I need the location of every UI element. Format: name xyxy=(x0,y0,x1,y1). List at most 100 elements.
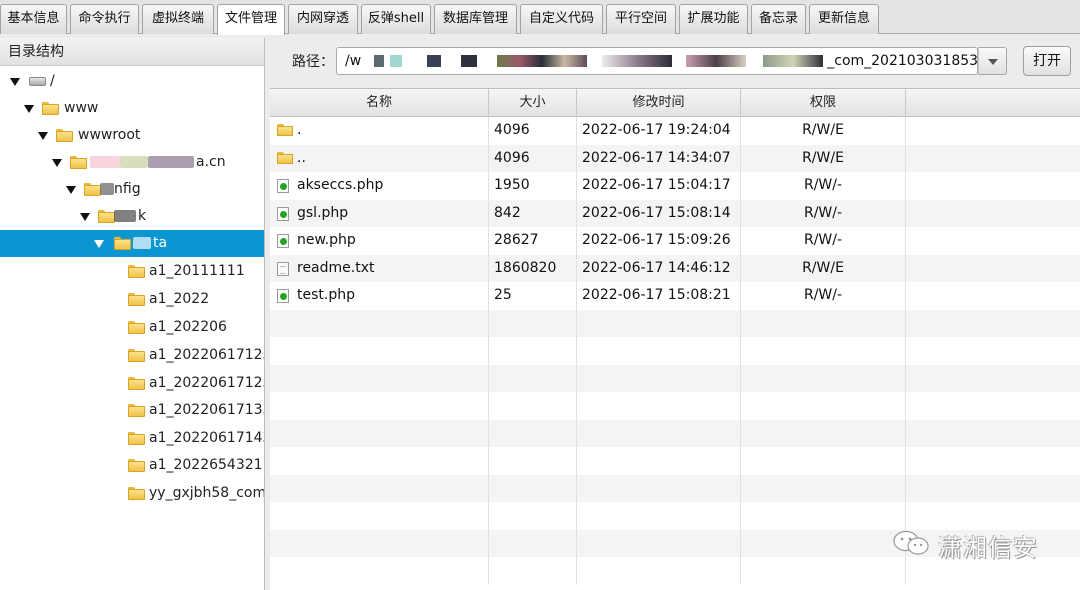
chevron-down-icon[interactable] xyxy=(94,240,104,248)
redaction-mark xyxy=(686,55,747,67)
redaction-mark xyxy=(100,183,114,195)
file-table: 名称 大小 修改时间 权限 . 4096 2022-06-17 19:24:04… xyxy=(270,88,1080,590)
tree-node-folder[interactable]: a1_202206171433 xyxy=(0,425,264,452)
tree-node-label: yy_gxjbh58_com_ xyxy=(149,485,265,501)
table-row[interactable]: readme.txt 1860820 2022-06-17 14:46:12 R… xyxy=(270,254,1080,282)
tab-memo[interactable]: 备忘录 xyxy=(751,4,806,34)
tab-parallel-space[interactable]: 平行空间 xyxy=(606,4,676,34)
tree-node-root[interactable]: / xyxy=(0,68,264,95)
tab-update-info[interactable]: 更新信息 xyxy=(809,4,879,34)
file-name: gsl.php xyxy=(297,204,349,221)
path-input[interactable]: /w _com_20210303185300/ xyxy=(336,47,978,75)
column-header-mtime[interactable]: 修改时间 xyxy=(577,89,741,117)
tab-file-manager[interactable]: 文件管理 xyxy=(217,4,285,35)
file-mtime: 2022-06-17 15:09:26 xyxy=(577,227,741,255)
chevron-down-icon[interactable] xyxy=(24,105,34,113)
chevron-down-icon[interactable] xyxy=(80,213,90,221)
file-name: . xyxy=(297,122,302,138)
file-name: .. xyxy=(297,149,306,166)
file-permission: R/W/E xyxy=(741,254,906,282)
tab-virtual-terminal[interactable]: 虚拟终端 xyxy=(142,4,214,34)
redaction-mark xyxy=(373,55,384,67)
column-header-permission[interactable]: 权限 xyxy=(741,89,906,117)
tree-node-k[interactable]: k xyxy=(0,203,264,230)
file-name: new.php xyxy=(297,232,356,248)
empty-row xyxy=(270,474,1080,502)
tab-reverse-shell[interactable]: 反弹shell xyxy=(361,4,431,34)
tree-node-wwwroot[interactable]: wwwroot xyxy=(0,122,264,149)
tree-node-label: www xyxy=(64,100,99,116)
path-history-dropdown[interactable] xyxy=(978,47,1007,75)
tree-node-folder[interactable]: a1_2022654321 xyxy=(0,452,264,479)
tree-node-folder[interactable]: a1_202206171258 xyxy=(0,370,264,397)
redaction-mark xyxy=(497,55,588,67)
tab-database-manager[interactable]: 数据库管理 xyxy=(434,4,517,34)
column-header-name[interactable]: 名称 xyxy=(270,89,489,117)
chevron-down-icon[interactable] xyxy=(10,78,20,86)
folder-icon xyxy=(128,321,145,334)
tree-node-www[interactable]: www xyxy=(0,95,264,122)
file-permission: R/W/- xyxy=(741,282,906,310)
folder-icon xyxy=(277,151,293,164)
text-file-icon xyxy=(277,261,289,276)
column-header-size[interactable]: 大小 xyxy=(489,89,577,117)
tree-node-folder[interactable]: a1_2022 xyxy=(0,286,264,313)
folder-icon xyxy=(128,349,145,362)
path-bar: 路径： /w _com_20210303185300/ 打开 xyxy=(270,38,1080,86)
file-size: 842 xyxy=(489,199,577,227)
tree-node-folder[interactable]: a1_202206 xyxy=(0,314,264,341)
wechat-icon xyxy=(893,530,929,555)
tree-node-label: a1_202206 xyxy=(149,319,227,335)
tree-node-config[interactable]: nfig xyxy=(0,176,264,203)
tree-node-label: a1_202206171258 xyxy=(149,375,264,391)
chevron-down-icon[interactable] xyxy=(66,186,76,194)
php-file-icon xyxy=(277,179,289,193)
tree-node-folder[interactable]: yy_gxjbh58_com_ xyxy=(0,480,265,507)
folder-icon xyxy=(128,432,145,445)
directory-tree-title: 目录结构 xyxy=(0,38,264,66)
chevron-down-icon[interactable] xyxy=(52,159,62,167)
tree-node-data-selected[interactable]: ta xyxy=(0,230,264,257)
tree-node-folder[interactable]: a1_202206171253 xyxy=(0,342,264,369)
tab-custom-code[interactable]: 自定义代码 xyxy=(520,4,603,34)
tab-extensions[interactable]: 扩展功能 xyxy=(679,4,748,34)
table-row[interactable]: gsl.php 842 2022-06-17 15:08:14 R/W/- xyxy=(270,199,1080,227)
tree-node-label: ta xyxy=(153,235,168,251)
tree-node-label: a1_20111111 xyxy=(149,263,245,279)
file-size: 25 xyxy=(489,282,577,310)
tab-command-exec[interactable]: 命令执行 xyxy=(70,4,139,34)
file-size: 4096 xyxy=(489,144,577,172)
folder-icon xyxy=(70,156,87,169)
open-button[interactable]: 打开 xyxy=(1023,46,1071,76)
file-permission: R/W/- xyxy=(741,199,906,227)
table-row[interactable]: . 4096 2022-06-17 19:24:04 R/W/E xyxy=(270,117,1080,145)
chevron-down-icon[interactable] xyxy=(38,132,48,140)
tree-node-site[interactable]: a.cn xyxy=(0,149,264,176)
table-row[interactable]: new.php 28627 2022-06-17 15:09:26 R/W/- xyxy=(270,227,1080,255)
tree-node-label: a1_202206171253 xyxy=(149,347,264,363)
folder-icon xyxy=(56,129,73,142)
tab-intranet-tunnel[interactable]: 内网穿透 xyxy=(288,4,358,34)
file-size: 1860820 xyxy=(489,254,577,282)
redaction-mark xyxy=(148,156,194,168)
table-row[interactable]: .. 4096 2022-06-17 14:34:07 R/W/E xyxy=(270,144,1080,172)
folder-icon xyxy=(42,102,59,115)
directory-tree-panel: 目录结构 / www wwwroot a.cn nfig k ta a1_201… xyxy=(0,38,265,590)
tree-node-folder[interactable]: a1_20111111 xyxy=(0,258,264,285)
drive-icon xyxy=(29,77,46,86)
folder-icon xyxy=(128,377,145,390)
empty-row xyxy=(270,447,1080,475)
redaction-mark xyxy=(426,55,441,67)
redaction-mark xyxy=(460,55,477,67)
tree-node-label: a.cn xyxy=(196,154,226,170)
tab-basic-info[interactable]: 基本信息 xyxy=(0,4,67,34)
redaction-mark xyxy=(601,55,672,67)
file-size: 1950 xyxy=(489,172,577,200)
tree-node-folder[interactable]: a1_202206171357 xyxy=(0,397,264,424)
table-row[interactable]: akseccs.php 1950 2022-06-17 15:04:17 R/W… xyxy=(270,172,1080,200)
chevron-down-icon xyxy=(988,59,998,65)
tree-node-label: k xyxy=(138,208,147,224)
file-name: test.php xyxy=(297,287,355,303)
folder-icon xyxy=(128,265,145,278)
table-row[interactable]: test.php 25 2022-06-17 15:08:21 R/W/- xyxy=(270,282,1080,310)
